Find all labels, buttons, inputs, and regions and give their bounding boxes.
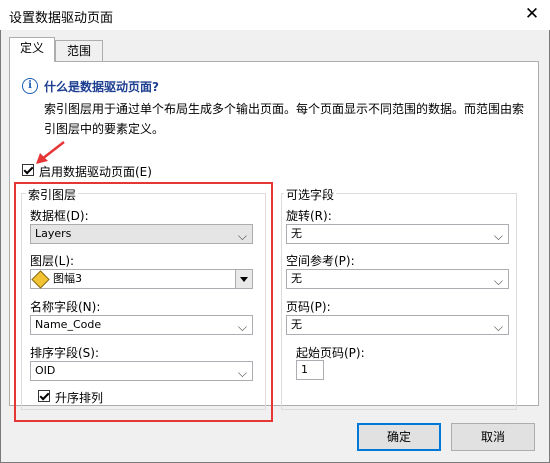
sort-field-label: 排序字段(S): xyxy=(30,346,100,360)
rotation-select[interactable]: 无 ⌵ xyxy=(286,224,509,244)
layer-label: 图层(L): xyxy=(30,254,75,268)
layer-value: 图幅3 xyxy=(53,272,82,285)
tab-extent[interactable]: 范围 xyxy=(55,40,103,62)
polygon-layer-icon xyxy=(31,270,50,289)
spatial-ref-label: 空间参考(P): xyxy=(286,254,355,268)
sort-field-select[interactable]: OID ⌵ xyxy=(30,361,253,381)
data-frame-select[interactable]: Layers ⌵ xyxy=(30,224,253,244)
rotation-label: 旋转(R): xyxy=(286,209,332,223)
page-number-label: 页码(P): xyxy=(286,300,331,314)
dropdown-arrow-icon[interactable] xyxy=(235,270,252,288)
spatial-ref-value: 无 xyxy=(291,272,302,285)
page-number-select[interactable]: 无 ⌵ xyxy=(286,315,509,335)
tab-definition[interactable]: 定义 xyxy=(9,37,55,62)
page-number-value: 无 xyxy=(291,318,302,331)
layer-select[interactable]: 图幅3 xyxy=(30,269,253,289)
data-frame-label: 数据框(D): xyxy=(30,209,89,223)
name-field-select[interactable]: Name_Code ⌵ xyxy=(30,315,253,335)
ascending-checkbox[interactable] xyxy=(38,390,50,402)
data-frame-value: Layers xyxy=(35,227,72,240)
cancel-button[interactable]: 取消 xyxy=(451,423,535,451)
title-bar[interactable]: 设置数据驱动页面 ✕ xyxy=(0,0,550,30)
rotation-value: 无 xyxy=(291,227,302,240)
chevron-down-icon: ⌵ xyxy=(493,229,503,243)
index-layer-group-label: 索引图层 xyxy=(26,186,79,203)
spatial-ref-select[interactable]: 无 ⌵ xyxy=(286,269,509,289)
info-description: 索引图层用于通过单个布局生成多个输出页面。每个页面显示不同范围的数据。而范围由索… xyxy=(44,102,525,136)
ok-button[interactable]: 确定 xyxy=(357,423,441,451)
chevron-down-icon: ⌵ xyxy=(493,274,503,288)
optional-fields-group-label: 可选字段 xyxy=(284,186,337,203)
window-title: 设置数据驱动页面 xyxy=(9,11,114,26)
name-field-label: 名称字段(N): xyxy=(30,300,101,314)
chevron-down-icon: ⌵ xyxy=(493,320,503,334)
name-field-value: Name_Code xyxy=(35,318,102,331)
chevron-down-icon: ⌵ xyxy=(237,229,247,243)
sort-field-value: OID xyxy=(35,364,56,377)
close-icon[interactable]: ✕ xyxy=(522,4,542,24)
info-title: 什么是数据驱动页面? xyxy=(44,80,159,94)
chevron-down-icon: ⌵ xyxy=(237,320,247,334)
chevron-down-icon: ⌵ xyxy=(237,366,247,380)
ascending-label[interactable]: 升序排列 xyxy=(55,389,103,406)
info-icon: i xyxy=(22,78,38,94)
start-page-label: 起始页码(P): xyxy=(296,346,365,360)
annotation-arrow-icon xyxy=(36,141,65,164)
start-page-input[interactable]: 1 xyxy=(296,360,324,380)
